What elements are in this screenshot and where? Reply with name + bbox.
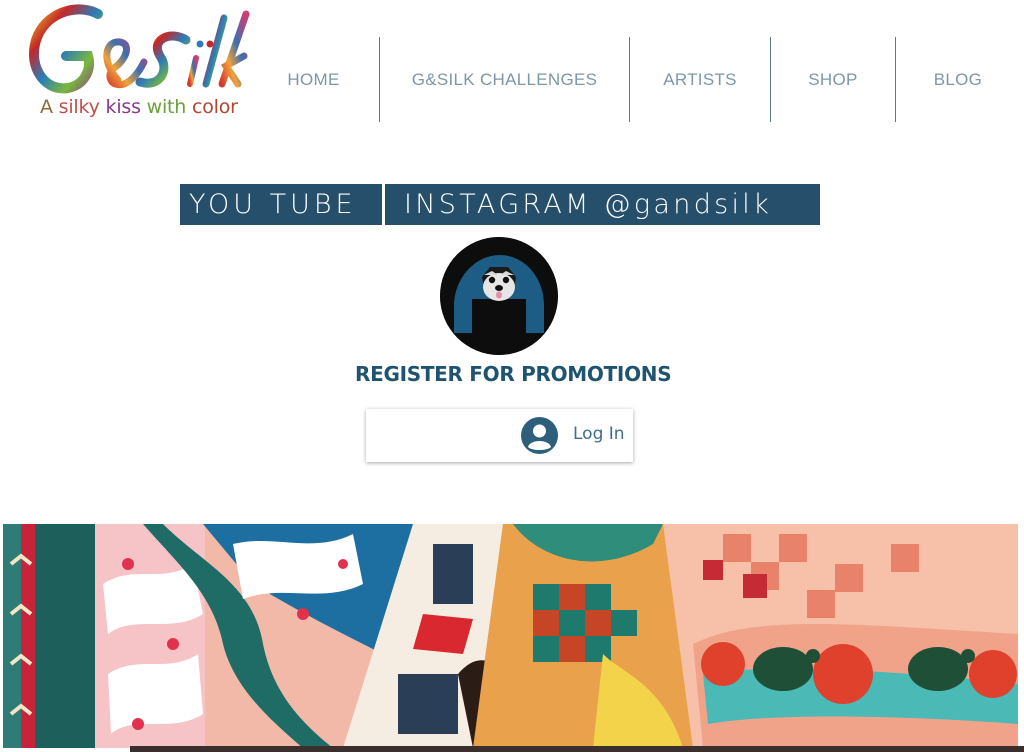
logo-tagline: A silky kiss with color [40, 96, 238, 118]
logo-wordmark-graphic [29, 4, 250, 94]
banner-bottom-strip [130, 746, 1024, 752]
nav-artists[interactable]: ARTISTS [630, 37, 770, 122]
login-button[interactable]: Log In [366, 409, 633, 462]
nav-challenges[interactable]: G&SILK CHALLENGES [380, 37, 629, 122]
silk-scarves-banner-image [3, 524, 1018, 748]
instagram-link[interactable]: INSTAGRAM @gandsilk [385, 184, 820, 225]
user-avatar-icon [521, 417, 558, 454]
youtube-link[interactable]: YOU TUBE [180, 184, 382, 225]
login-label: Log In [573, 424, 625, 444]
nav-home[interactable]: HOME [248, 37, 379, 122]
main-nav: HOME G&SILK CHALLENGES ARTISTS SHOP BLOG [248, 37, 1020, 122]
site-logo[interactable]: A silky kiss with color [10, 0, 260, 125]
nav-shop[interactable]: SHOP [771, 37, 895, 122]
register-promotions-heading: REGISTER FOR PROMOTIONS [355, 362, 672, 386]
schnauzer-avatar-icon [440, 237, 558, 355]
nav-blog[interactable]: BLOG [896, 37, 1020, 122]
